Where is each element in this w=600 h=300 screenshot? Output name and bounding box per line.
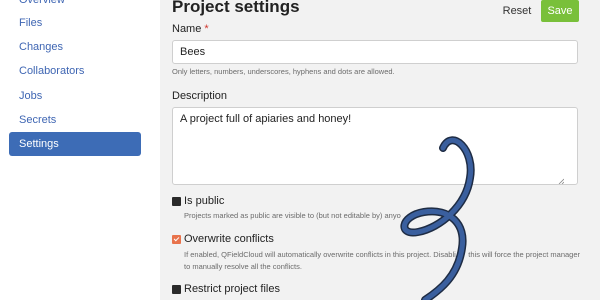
save-button[interactable]: Save: [541, 0, 579, 22]
sidebar-item-files[interactable]: Files: [9, 11, 141, 35]
settings-panel: Project settings Reset Save Name * Bees …: [160, 0, 600, 300]
description-field[interactable]: A project full of apiaries and honey!: [172, 107, 578, 185]
name-field[interactable]: Bees: [172, 40, 578, 64]
name-help-text: Only letters, numbers, underscores, hyph…: [172, 67, 395, 76]
overwrite-conflicts-help-text: If enabled, QFieldCloud will automatical…: [184, 250, 583, 271]
required-marker: *: [204, 23, 209, 35]
page-title: Project settings: [172, 0, 300, 16]
restrict-files-checkbox[interactable]: [172, 285, 181, 294]
is-public-checkbox[interactable]: [172, 197, 181, 206]
name-label-text: Name: [172, 23, 202, 35]
sidebar-item-jobs[interactable]: Jobs: [9, 84, 141, 108]
description-label: Description: [172, 90, 228, 102]
sidebar-item-settings[interactable]: Settings: [9, 132, 141, 156]
is-public-label: Is public: [184, 195, 225, 207]
sidebar-item-collaborators[interactable]: Collaborators: [9, 59, 141, 83]
name-label: Name *: [172, 23, 209, 35]
resize-handle-icon[interactable]: [558, 178, 564, 184]
sidebar: Overview Files Changes Collaborators Job…: [0, 0, 150, 300]
overwrite-conflicts-label: Overwrite conflicts: [184, 233, 274, 245]
reset-button[interactable]: Reset: [498, 1, 536, 21]
is-public-help-text: Projects marked as public are visible to…: [184, 211, 401, 220]
sidebar-item-secrets[interactable]: Secrets: [9, 108, 141, 132]
restrict-files-label: Restrict project files: [184, 283, 280, 295]
overwrite-conflicts-checkbox[interactable]: [172, 235, 181, 244]
sidebar-item-changes[interactable]: Changes: [9, 35, 141, 59]
